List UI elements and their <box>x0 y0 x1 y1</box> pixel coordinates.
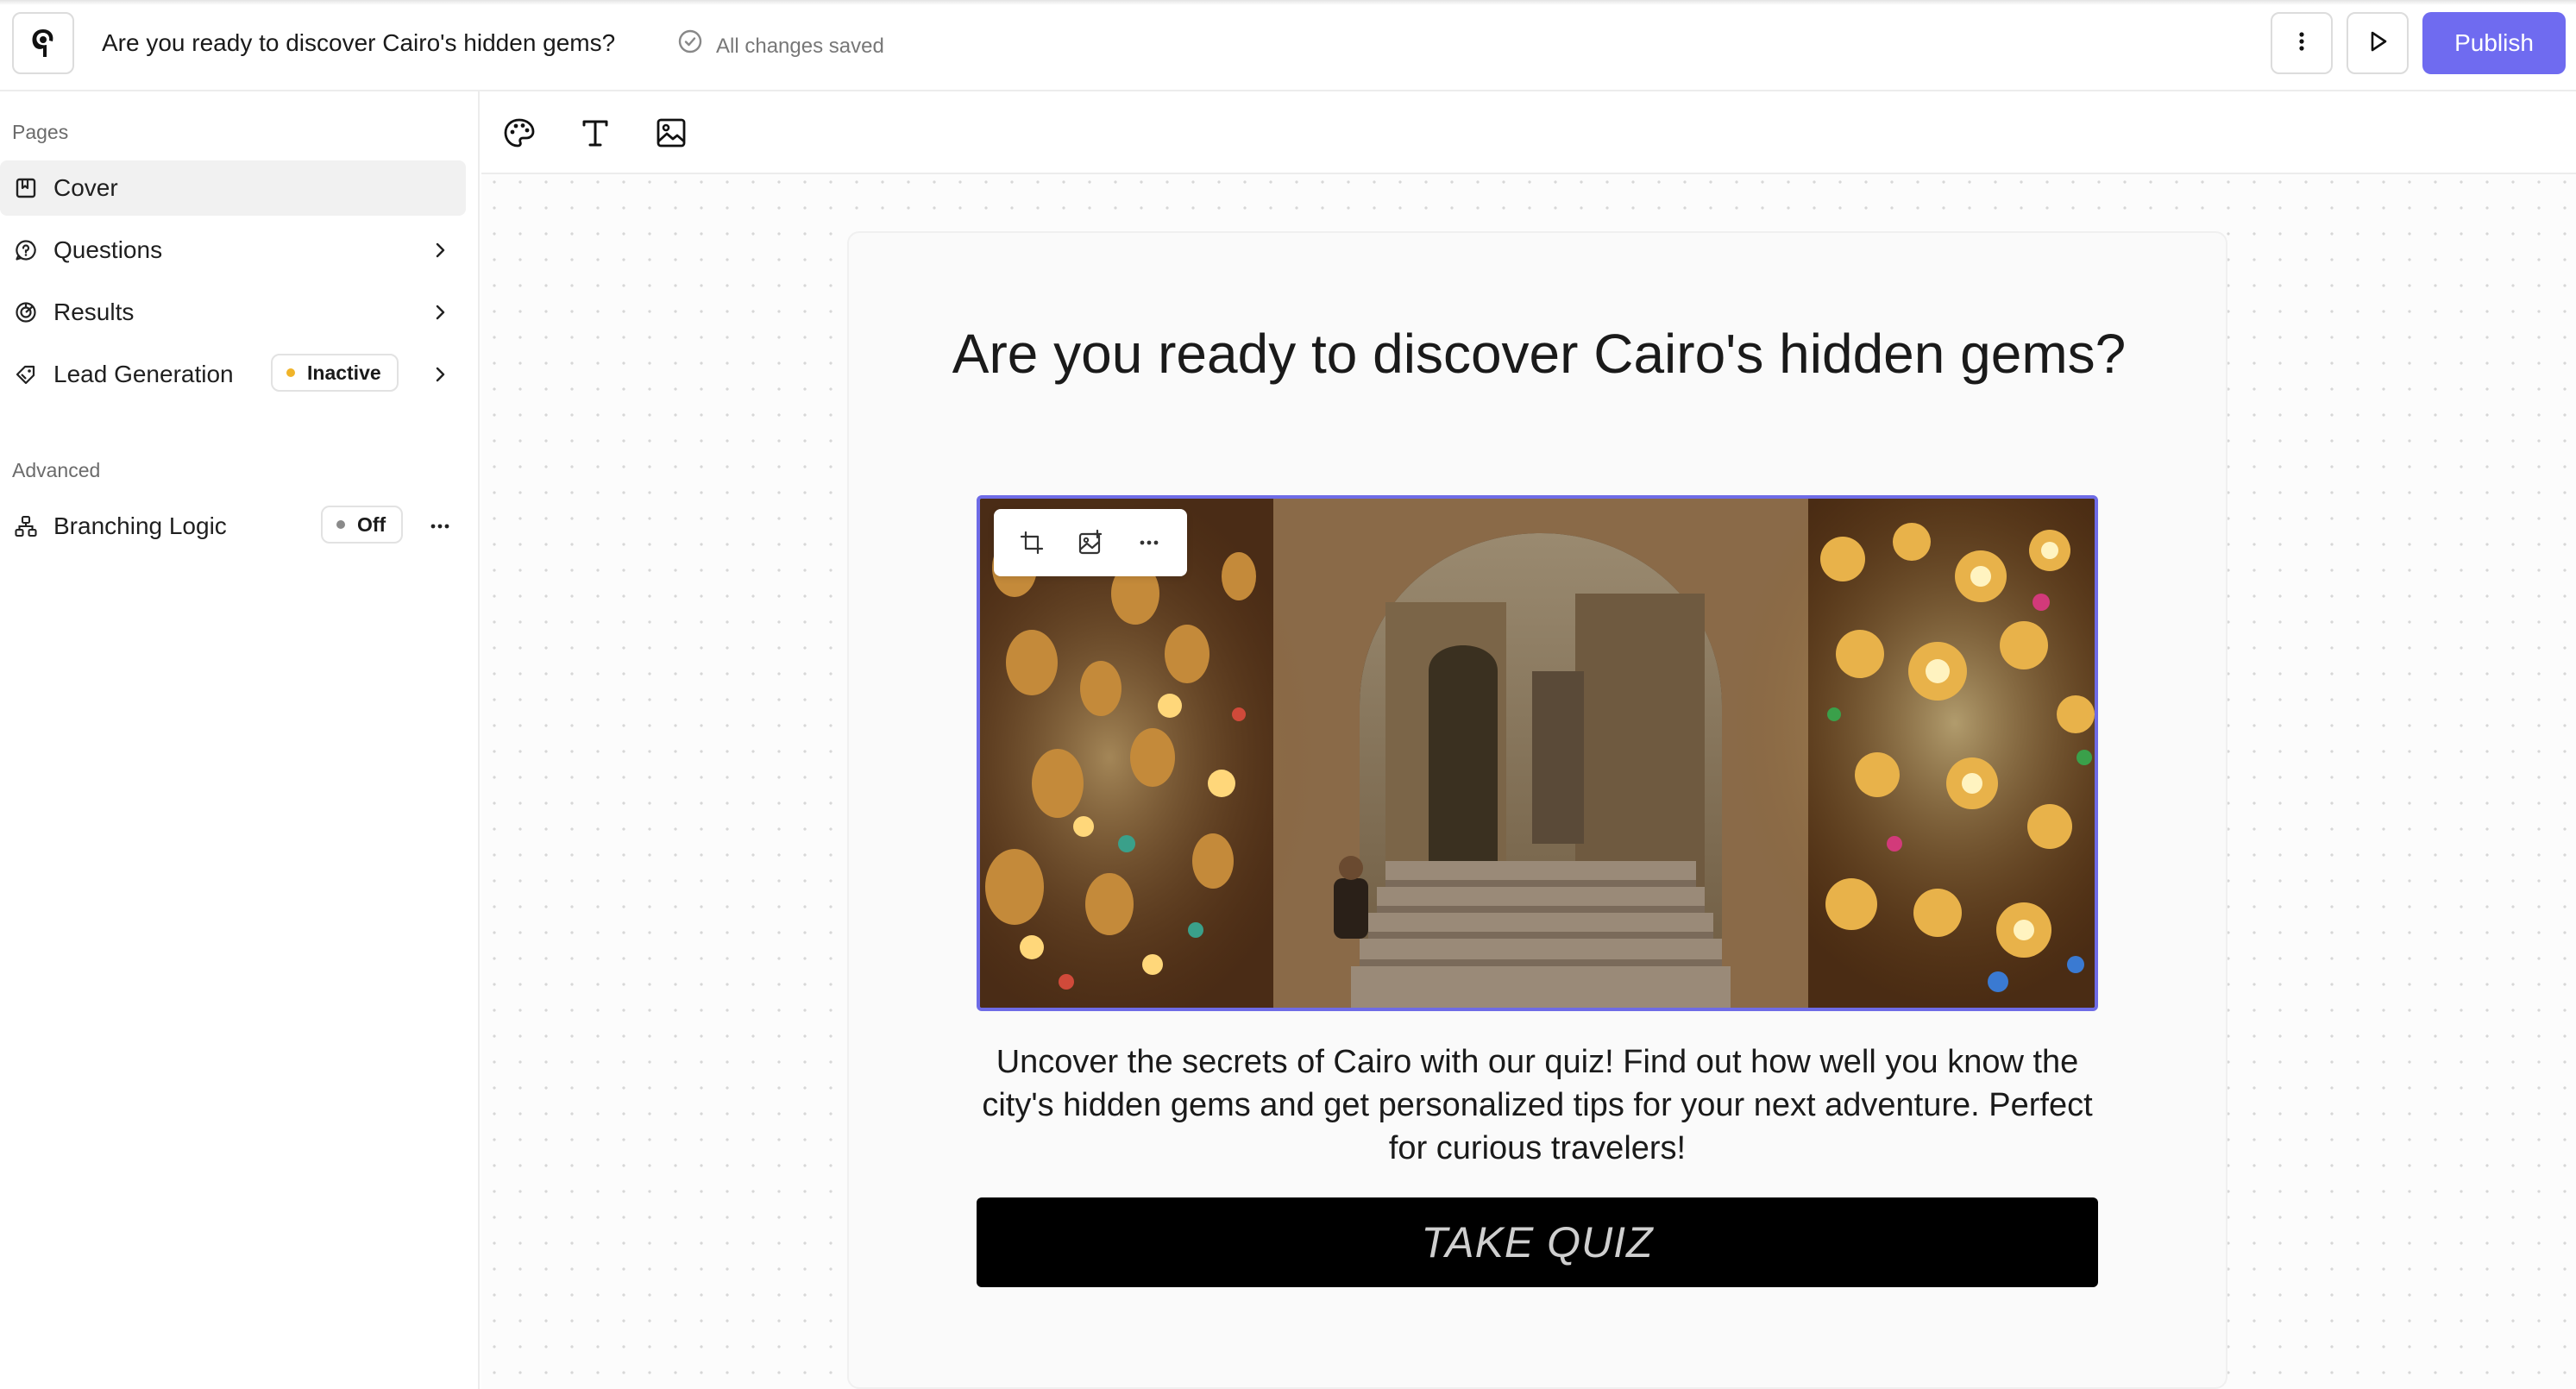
image-icon[interactable] <box>650 112 692 154</box>
sidebar-item-label: Lead Generation <box>53 361 234 387</box>
lead-tag-icon <box>12 361 40 388</box>
status-dot <box>336 520 345 529</box>
sidebar-item-label: Results <box>53 299 135 325</box>
cover-title[interactable]: Are you ready to discover Cairo's hidden… <box>901 316 2177 392</box>
save-status-text: All changes saved <box>716 34 884 58</box>
sidebar-item-label: Branching Logic <box>53 512 227 539</box>
preview-button[interactable] <box>2347 12 2409 74</box>
status-dot <box>286 368 295 377</box>
cover-image[interactable] <box>977 495 2098 1011</box>
replace-image-icon[interactable] <box>1073 525 1108 560</box>
brand-logo-icon[interactable] <box>12 12 74 74</box>
cover-icon <box>12 174 40 202</box>
cover-page-card: Are you ready to discover Cairo's hidden… <box>847 231 2227 1389</box>
sidebar-item-branching-logic[interactable]: Branching Logic Off <box>0 499 466 554</box>
sidebar-item-label: Questions <box>53 236 163 263</box>
editor-toolbar <box>481 91 2576 174</box>
crop-icon[interactable] <box>1015 525 1049 560</box>
take-quiz-button[interactable]: TAKE QUIZ <box>977 1197 2098 1287</box>
sidebar-item-label: Cover <box>53 174 118 201</box>
more-horizontal-icon[interactable] <box>1132 525 1166 560</box>
status-badge[interactable]: Off <box>321 506 404 544</box>
advanced-section-label: Advanced <box>12 459 101 481</box>
branching-icon <box>12 512 40 540</box>
question-bubble-icon <box>12 236 40 264</box>
play-icon <box>2364 28 2391 60</box>
palette-icon[interactable] <box>499 112 540 154</box>
results-chart-icon <box>12 299 40 326</box>
text-icon[interactable] <box>575 112 616 154</box>
chevron-right-icon[interactable] <box>426 236 454 264</box>
chevron-right-icon[interactable] <box>426 299 454 326</box>
status-badge-label: Off <box>357 512 386 536</box>
top-header: Are you ready to discover Cairo's hidden… <box>0 0 2576 91</box>
cover-description[interactable]: Uncover the secrets of Cairo with our qu… <box>977 1040 2098 1170</box>
sidebar: Pages Cover Questions Results Lead Gener… <box>0 91 480 1389</box>
sidebar-item-questions[interactable]: Questions <box>0 223 466 278</box>
publish-button[interactable]: Publish <box>2422 12 2566 74</box>
sidebar-item-results[interactable]: Results <box>0 285 466 340</box>
chevron-right-icon[interactable] <box>426 361 454 388</box>
check-circle-icon <box>676 28 704 65</box>
more-vertical-icon <box>2288 28 2315 60</box>
more-horizontal-icon[interactable] <box>426 512 454 540</box>
image-toolbar <box>994 509 1187 576</box>
document-title[interactable]: Are you ready to discover Cairo's hidden… <box>102 26 615 60</box>
more-options-button[interactable] <box>2271 12 2333 74</box>
sidebar-item-cover[interactable]: Cover <box>0 160 466 216</box>
save-status: All changes saved <box>676 28 884 65</box>
sidebar-item-lead-generation[interactable]: Lead Generation Inactive <box>0 347 466 402</box>
status-badge-label: Inactive <box>307 361 381 384</box>
pages-section-label: Pages <box>12 121 69 143</box>
status-badge[interactable]: Inactive <box>271 354 399 392</box>
